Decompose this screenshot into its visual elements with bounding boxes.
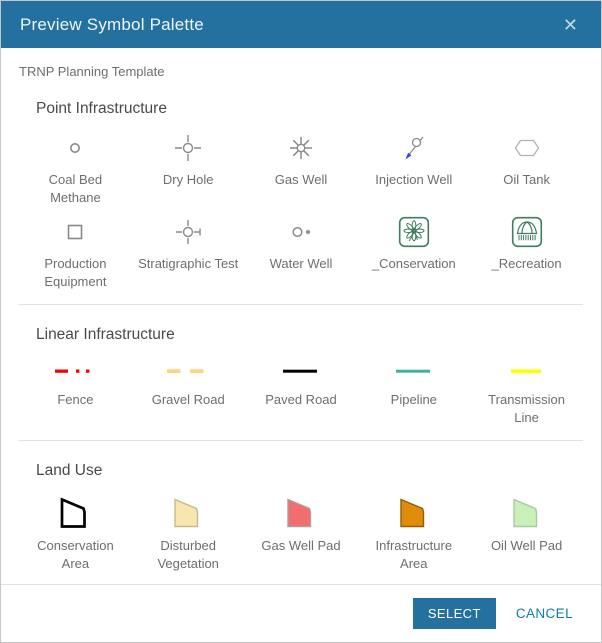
section-heading-land-use: Land Use xyxy=(36,462,583,480)
symbol-cell-conservation-icon: _Conservation xyxy=(357,212,470,290)
symbol-label: Gas Well Pad xyxy=(245,537,358,555)
gravel-road-line xyxy=(132,354,245,388)
symbol-cell-gas-well-pad-polygon: Gas Well Pad xyxy=(245,490,358,572)
symbol-cell-transmission-line: Transmission Line xyxy=(470,354,583,426)
symbol-label: Disturbed Vegetation xyxy=(132,537,245,572)
symbol-cell-fence-line: Fence xyxy=(19,354,132,426)
symbol-cell-disturbed-vegetation-polygon: Disturbed Vegetation xyxy=(132,490,245,572)
oil-tank xyxy=(470,128,583,168)
infrastructure-area-polygon xyxy=(357,490,470,534)
gas-well xyxy=(245,128,358,168)
symbol-label: Gas Well xyxy=(245,171,358,189)
symbol-cell-gas-well: Gas Well xyxy=(245,128,358,206)
section-divider xyxy=(19,304,583,305)
symbol-cell-production-equipment: Production Equipment xyxy=(19,212,132,290)
production-equipment xyxy=(19,212,132,252)
symbol-label: Transmission Line xyxy=(470,391,583,426)
fence-line xyxy=(19,354,132,388)
conservation-area-polygon xyxy=(19,490,132,534)
symbol-cell-coal-bed-methane: Coal Bed Methane xyxy=(19,128,132,206)
symbol-label: Pipeline xyxy=(357,391,470,409)
symbol-grid: Coal Bed MethaneDry HoleGas WellInjectio… xyxy=(19,128,583,290)
symbol-cell-injection-well: Injection Well xyxy=(357,128,470,206)
close-icon[interactable]: ✕ xyxy=(559,14,582,36)
symbol-cell-oil-well-pad-polygon: Oil Well Pad xyxy=(470,490,583,572)
symbol-label: Fence xyxy=(19,391,132,409)
section-heading-point-infrastructure: Point Infrastructure xyxy=(36,100,583,118)
symbol-label: Injection Well xyxy=(357,171,470,189)
symbol-cell-gravel-road-line: Gravel Road xyxy=(132,354,245,426)
symbol-label: Paved Road xyxy=(245,391,358,409)
injection-well xyxy=(357,128,470,168)
symbol-grid: FenceGravel RoadPaved RoadPipelineTransm… xyxy=(19,354,583,426)
symbol-cell-stratigraphic-test: Stratigraphic Test xyxy=(132,212,245,290)
symbol-label: _Conservation xyxy=(357,255,470,273)
symbol-cell-paved-road-line: Paved Road xyxy=(245,354,358,426)
symbol-label: Conservation Area xyxy=(19,537,132,572)
dialog-title: Preview Symbol Palette xyxy=(20,15,559,35)
disturbed-vegetation-polygon xyxy=(132,490,245,534)
stratigraphic-test xyxy=(132,212,245,252)
section-divider xyxy=(19,440,583,441)
symbol-label: Dry Hole xyxy=(132,171,245,189)
oil-well-pad-polygon xyxy=(470,490,583,534)
dry-hole xyxy=(132,128,245,168)
select-button[interactable]: SELECT xyxy=(413,598,496,629)
dialog-footer: SELECT CANCEL xyxy=(1,584,601,642)
dialog-body: TRNP Planning Template Point Infrastruct… xyxy=(1,48,601,584)
symbol-label: _Recreation xyxy=(470,255,583,273)
dialog-header: Preview Symbol Palette ✕ xyxy=(1,1,601,48)
symbol-cell-recreation-icon: _Recreation xyxy=(470,212,583,290)
symbol-label: Water Well xyxy=(245,255,358,273)
symbol-label: Gravel Road xyxy=(132,391,245,409)
pipeline-line xyxy=(357,354,470,388)
symbol-label: Infrastructure Area xyxy=(357,537,470,572)
transmission-line xyxy=(470,354,583,388)
symbol-grid: Conservation AreaDisturbed VegetationGas… xyxy=(19,490,583,572)
symbol-label: Coal Bed Methane xyxy=(19,171,132,206)
symbol-cell-conservation-area-polygon: Conservation Area xyxy=(19,490,132,572)
template-name: TRNP Planning Template xyxy=(19,64,583,79)
symbol-cell-oil-tank: Oil Tank xyxy=(470,128,583,206)
preview-symbol-palette-dialog: Preview Symbol Palette ✕ TRNP Planning T… xyxy=(0,0,602,643)
recreation-icon xyxy=(470,212,583,252)
water-well xyxy=(245,212,358,252)
section-heading-linear-infrastructure: Linear Infrastructure xyxy=(36,326,583,344)
symbol-label: Oil Tank xyxy=(470,171,583,189)
cancel-button[interactable]: CANCEL xyxy=(516,606,573,621)
gas-well-pad-polygon xyxy=(245,490,358,534)
symbol-cell-dry-hole: Dry Hole xyxy=(132,128,245,206)
symbol-cell-pipeline-line: Pipeline xyxy=(357,354,470,426)
symbol-cell-infrastructure-area-polygon: Infrastructure Area xyxy=(357,490,470,572)
conservation-icon xyxy=(357,212,470,252)
coal-bed-methane xyxy=(19,128,132,168)
symbol-cell-water-well: Water Well xyxy=(245,212,358,290)
symbol-label: Stratigraphic Test xyxy=(132,255,245,273)
symbol-label: Oil Well Pad xyxy=(470,537,583,555)
symbol-label: Production Equipment xyxy=(19,255,132,290)
paved-road-line xyxy=(245,354,358,388)
